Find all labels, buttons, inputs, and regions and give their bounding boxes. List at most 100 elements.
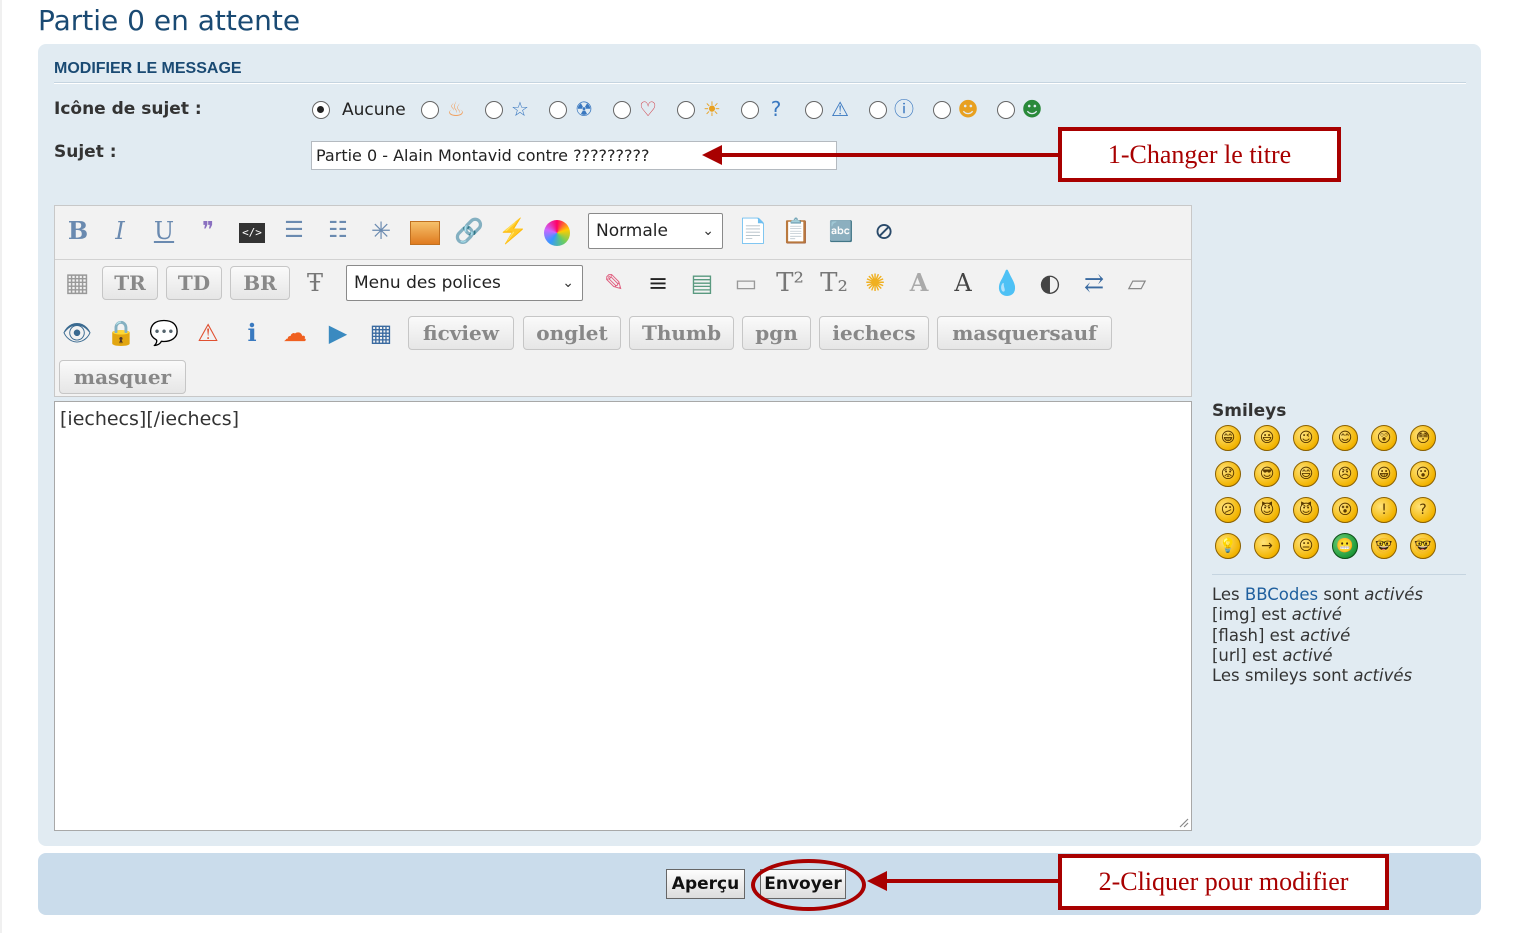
smiley-item[interactable]: 😐 [1293, 533, 1319, 559]
smiley-item[interactable]: 🤓 [1371, 533, 1397, 559]
bullet-list-icon[interactable]: ☰ [277, 214, 311, 248]
smiley-item[interactable]: 😃 [1254, 425, 1280, 451]
iechecs-button[interactable]: iechecs [819, 316, 929, 350]
topic-icon-radio-wink[interactable] [933, 101, 951, 119]
outline-text-icon[interactable]: A [946, 266, 980, 300]
tr-button[interactable]: TR [102, 266, 158, 300]
smiley-item[interactable]: 😮 [1410, 461, 1436, 487]
topic-icon-radio-heart[interactable] [613, 101, 631, 119]
superscript-icon[interactable]: T² [773, 266, 807, 300]
topic-icon-radio-grin[interactable] [997, 101, 1015, 119]
smiley-item[interactable]: 😊 [1332, 425, 1358, 451]
smiley-item[interactable]: 😉 [1293, 425, 1319, 451]
flash-status: [flash] est activé [1212, 626, 1351, 645]
message-content: [iechecs][/iechecs] [60, 408, 240, 430]
frame-icon[interactable]: ▭ [729, 266, 763, 300]
preview-button[interactable]: Aperçu [666, 869, 745, 899]
table-layout-icon[interactable]: ▤ [685, 266, 719, 300]
smiley-item[interactable]: 💡 [1215, 533, 1241, 559]
topic-icon-radio-warning[interactable] [805, 101, 823, 119]
bold-icon[interactable]: B [61, 214, 95, 248]
smiley-item[interactable]: 😎 [1254, 461, 1280, 487]
chevron-down-icon: ⌄ [562, 275, 574, 291]
code-icon[interactable]: </> [235, 214, 269, 248]
smiley-item[interactable]: 😠 [1332, 461, 1358, 487]
font-icon[interactable]: Ŧ [298, 266, 332, 300]
resize-handle-icon[interactable] [1177, 816, 1189, 828]
drop-icon[interactable]: 💧 [990, 266, 1024, 300]
smiley-item[interactable]: → [1254, 533, 1280, 559]
font-size-value: Normale [596, 221, 668, 241]
swap-icon[interactable]: ⇄ [1077, 266, 1111, 300]
quote-icon[interactable]: ❞ [191, 214, 225, 248]
hide-icon[interactable]: ⊘ [867, 214, 901, 248]
ficview-button[interactable]: ficview [408, 316, 514, 350]
onglet-button[interactable]: onglet [523, 316, 621, 350]
smiley-item[interactable]: ? [1410, 497, 1436, 523]
toolbar-divider [55, 259, 1191, 260]
font-family-select[interactable]: Menu des polices ⌄ [346, 265, 583, 301]
table-icon[interactable]: ▦ [60, 266, 94, 300]
arrow-head-icon [702, 145, 722, 165]
masquersauf-button[interactable]: masquersauf [937, 316, 1112, 350]
spoiler-eye-icon[interactable]: 👁 [60, 316, 94, 350]
sun-glow-icon[interactable]: ✺ [858, 266, 892, 300]
topic-icon-radio-star[interactable] [485, 101, 503, 119]
topic-icon-radio-radioactive[interactable] [549, 101, 567, 119]
shadow-text-icon[interactable]: A [902, 266, 936, 300]
alert-icon[interactable]: ⚠ [191, 316, 225, 350]
topic-icon-radio-none[interactable] [312, 101, 330, 119]
font-size-select[interactable]: Normale ⌄ [588, 213, 723, 249]
smiley-item[interactable]: 🤓 [1410, 533, 1436, 559]
special-char-icon[interactable]: ✳ [364, 214, 398, 248]
paste-icon[interactable]: 📋 [779, 214, 813, 248]
smiley-item[interactable]: 😈 [1254, 497, 1280, 523]
smiley-item[interactable]: 😵 [1332, 497, 1358, 523]
color-icon[interactable] [540, 214, 574, 248]
topic-icon-radio-info[interactable] [869, 101, 887, 119]
grid-icon[interactable]: ▦ [364, 316, 398, 350]
topic-icon-radio-question[interactable] [741, 101, 759, 119]
copy-icon[interactable]: 📄 [736, 214, 770, 248]
highlight-icon[interactable]: ✎ [597, 266, 631, 300]
message-textarea[interactable]: [iechecs][/iechecs] [54, 401, 1192, 831]
radioactive-icon: ☢ [575, 97, 593, 121]
td-button[interactable]: TD [166, 266, 222, 300]
callout-change-title: 1-Changer le titre [1058, 127, 1341, 182]
smiley-item[interactable]: 😕 [1215, 497, 1241, 523]
masquer-button[interactable]: masquer [59, 360, 186, 394]
flash-icon[interactable]: ⚡ [496, 214, 530, 248]
smiley-item[interactable]: 😲 [1371, 425, 1397, 451]
underline-icon[interactable]: U [147, 214, 181, 248]
topic-icon-radio-sun[interactable] [677, 101, 695, 119]
align-center-icon[interactable]: ≡ [641, 266, 675, 300]
smiley-item[interactable]: 😈 [1293, 497, 1319, 523]
subscript-icon[interactable]: T₂ [817, 266, 851, 300]
page-icon[interactable]: ▱ [1120, 266, 1154, 300]
smiley-item[interactable]: 😬 [1332, 533, 1358, 559]
lock-icon[interactable]: 🔒 [104, 316, 138, 350]
smiley-item[interactable]: 😟 [1215, 461, 1241, 487]
speech-icon[interactable]: 💬 [147, 316, 181, 350]
soundcloud-icon[interactable]: ☁ [278, 316, 312, 350]
smiley-item[interactable]: 😳 [1410, 425, 1436, 451]
br-button[interactable]: BR [230, 266, 290, 300]
pgn-button[interactable]: pgn [742, 316, 811, 350]
link-icon[interactable]: 🔗 [452, 214, 486, 248]
image-icon[interactable] [408, 214, 442, 248]
bbcodes-link[interactable]: BBCodes [1245, 585, 1318, 604]
contrast-icon[interactable]: ◐ [1033, 266, 1067, 300]
smiley-item[interactable]: 😀 [1371, 461, 1397, 487]
numbered-list-icon[interactable]: ☷ [321, 214, 355, 248]
italic-icon[interactable]: I [103, 214, 137, 248]
smiley-item[interactable]: 😄 [1293, 461, 1319, 487]
video-icon[interactable]: ▶ [321, 316, 355, 350]
info-bar-icon[interactable]: ℹ [235, 316, 269, 350]
spellcheck-icon[interactable]: 🔤 [824, 214, 858, 248]
smiley-item[interactable]: 😁 [1215, 425, 1241, 451]
smiley-item[interactable]: ! [1371, 497, 1397, 523]
thumb-button[interactable]: Thumb [629, 316, 734, 350]
topic-icon-radio-flame[interactable] [421, 101, 439, 119]
font-family-value: Menu des polices [354, 273, 501, 293]
section-divider [54, 82, 1466, 84]
